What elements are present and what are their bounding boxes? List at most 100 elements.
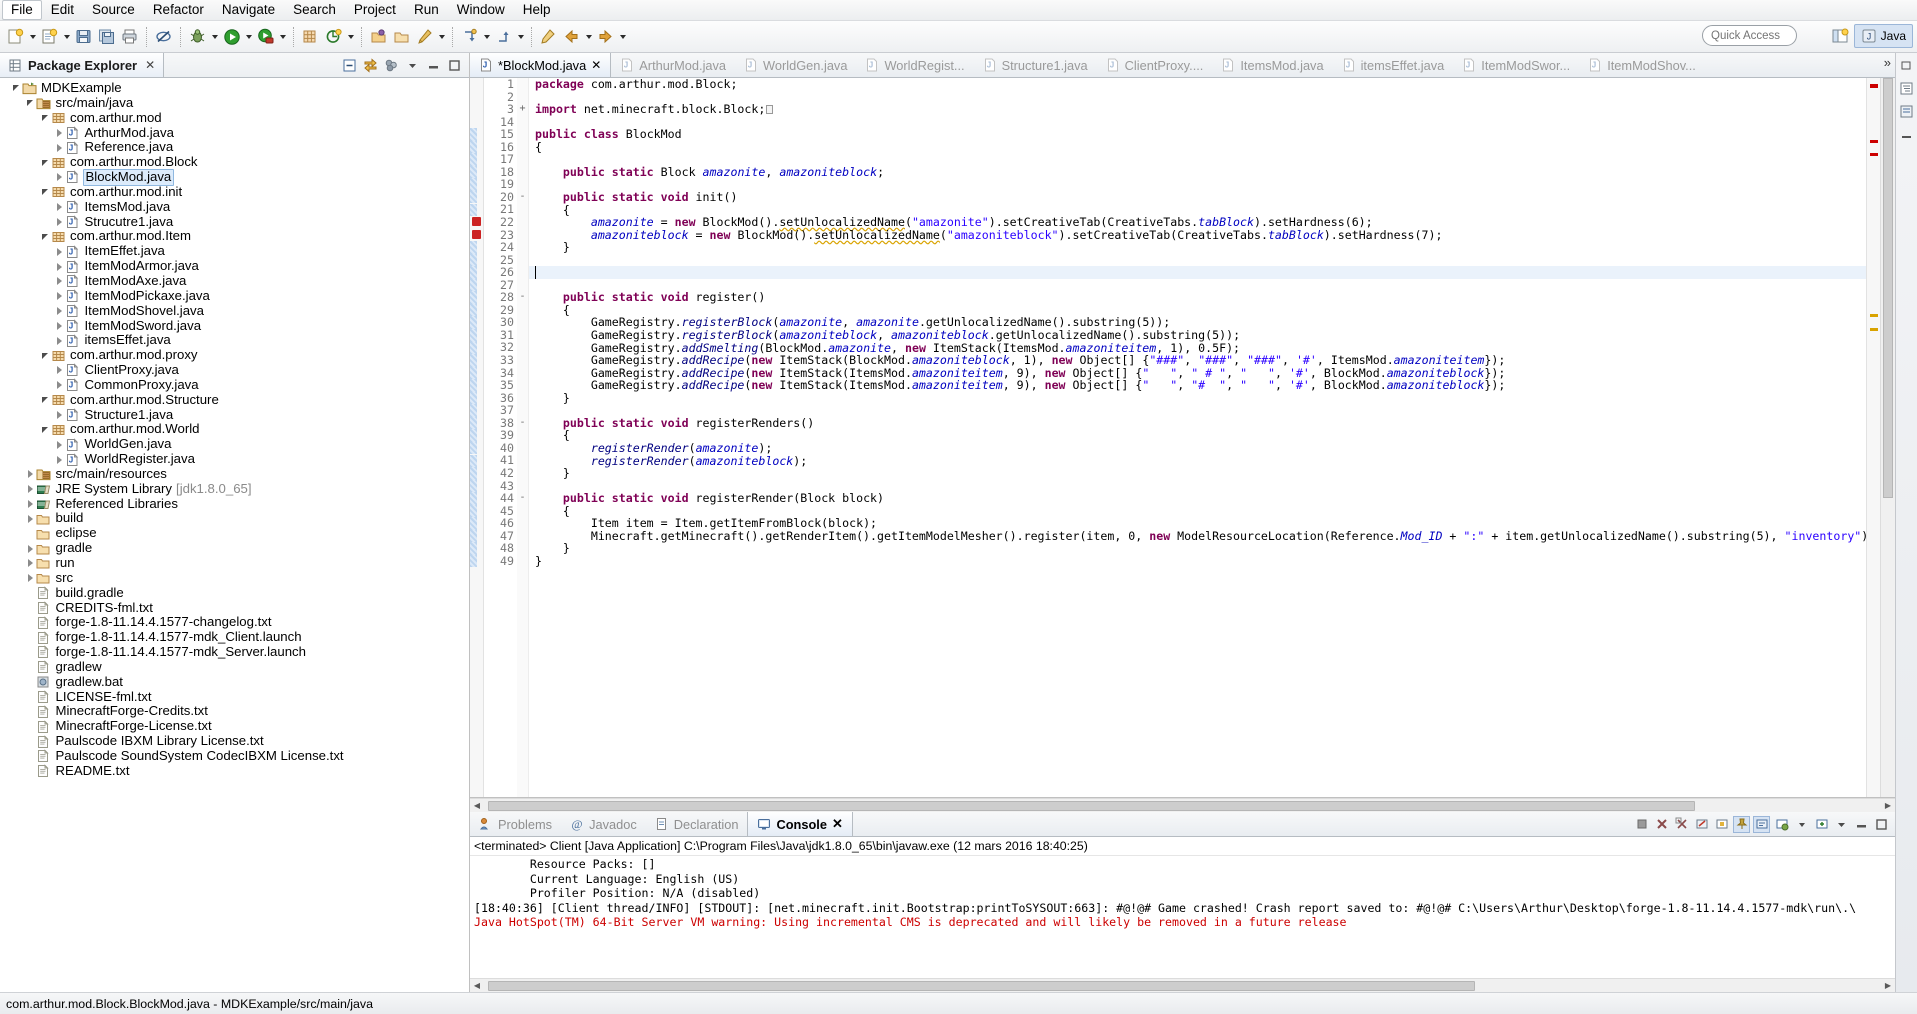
restore-icon[interactable] bbox=[1898, 57, 1915, 74]
error-marker-icon[interactable] bbox=[472, 217, 481, 227]
tree-item[interactable]: J BlockMod.java bbox=[0, 169, 469, 186]
open-type-icon[interactable] bbox=[322, 25, 345, 48]
fold-collapse-icon[interactable]: - bbox=[517, 492, 528, 505]
external-tools-icon[interactable] bbox=[413, 25, 436, 48]
tree-item[interactable]: JitemsEffet.java bbox=[0, 332, 469, 348]
collapse-arrow-icon[interactable] bbox=[25, 543, 36, 554]
run-coverage-icon[interactable] bbox=[254, 25, 277, 48]
tree-item[interactable]: forge-1.8-11.14.4.1577-mdk_Server.launch bbox=[0, 644, 469, 660]
forward-dropdown-icon[interactable] bbox=[617, 26, 628, 48]
toggle-markoccurrences-icon[interactable] bbox=[152, 25, 175, 48]
tree-item[interactable]: com.arthur.mod.proxy bbox=[0, 347, 469, 363]
fold-collapse-icon[interactable]: - bbox=[517, 191, 528, 204]
console-output[interactable]: <terminated> Client [Java Application] C… bbox=[470, 837, 1895, 992]
console-scroll-right-icon[interactable]: ▶ bbox=[1881, 979, 1895, 992]
menu-source[interactable]: Source bbox=[83, 0, 144, 20]
clear-console-icon[interactable] bbox=[1693, 816, 1710, 833]
debug-dropdown-icon[interactable] bbox=[209, 26, 220, 48]
save-icon[interactable] bbox=[72, 25, 95, 48]
tree-item[interactable]: J CommonProxy.java bbox=[0, 377, 469, 393]
editor-tab[interactable]: J ItemModSwor... bbox=[1453, 53, 1579, 77]
new-java-package-icon[interactable] bbox=[299, 25, 322, 48]
tree-item[interactable]: com.arthur.mod.init bbox=[0, 184, 469, 200]
open-type-dropdown-icon[interactable] bbox=[345, 26, 356, 48]
overview-ruler[interactable] bbox=[1866, 78, 1880, 797]
console-text[interactable]: Resource Packs: [] Current Language: Eng… bbox=[470, 856, 1895, 978]
tree-item[interactable]: com.arthur.mod.World bbox=[0, 422, 469, 437]
tree-item[interactable]: J ItemModShovel.java bbox=[0, 303, 469, 319]
console-maximize-icon[interactable] bbox=[1873, 816, 1890, 833]
forward-icon[interactable] bbox=[594, 25, 617, 48]
tree-item[interactable]: eclipse bbox=[0, 525, 469, 541]
tree-item[interactable]: J ItemModAxe.java bbox=[0, 273, 469, 289]
pin-console-icon[interactable] bbox=[1733, 815, 1750, 833]
link-with-editor-icon[interactable] bbox=[362, 57, 379, 74]
run-coverage-dropdown-icon[interactable] bbox=[277, 26, 288, 48]
expand-arrow-icon[interactable] bbox=[39, 350, 50, 361]
tree-item[interactable]: CREDITS-fml.txt bbox=[0, 600, 469, 616]
tree-item[interactable]: J ClientProxy.java bbox=[0, 362, 469, 378]
close-icon[interactable]: ✕ bbox=[591, 58, 601, 72]
new-java-project-dropdown-icon[interactable] bbox=[61, 26, 72, 48]
console-scroll-left-icon[interactable]: ◀ bbox=[470, 979, 484, 992]
editor-tab[interactable]: J Structure1.java bbox=[974, 53, 1097, 77]
external-tools-dropdown-icon[interactable] bbox=[436, 26, 447, 48]
tree-item[interactable]: gradlew bbox=[0, 659, 469, 675]
expand-arrow-icon[interactable] bbox=[39, 187, 50, 198]
run-dropdown-icon[interactable] bbox=[243, 26, 254, 48]
tab-package-explorer[interactable]: Package Explorer ✕ bbox=[0, 53, 165, 77]
editor-tab[interactable]: J *BlockMod.java ✕ bbox=[470, 53, 612, 77]
tree-item[interactable]: LICENSE-fml.txt bbox=[0, 689, 469, 705]
tree-item[interactable]: J Reference.java bbox=[0, 140, 469, 155]
collapse-arrow-icon[interactable] bbox=[54, 202, 65, 213]
collapse-arrow-icon[interactable] bbox=[54, 291, 65, 302]
minimize-icon[interactable] bbox=[425, 57, 442, 74]
editor-tab[interactable]: J WorldGen.java bbox=[735, 53, 856, 77]
terminate-icon[interactable] bbox=[1633, 816, 1650, 833]
menu-navigate[interactable]: Navigate bbox=[213, 0, 284, 20]
tree-item[interactable]: J WorldGen.java bbox=[0, 436, 469, 452]
collapse-arrow-icon[interactable] bbox=[54, 217, 65, 228]
editor-vertical-scrollbar[interactable] bbox=[1880, 78, 1895, 797]
back-dropdown-icon[interactable] bbox=[583, 26, 594, 48]
java-editor[interactable]: 1 2 3 14 15 16 17 18 19 20 21 22 23 24 25 26 27 28 29 30 31 3… bbox=[470, 78, 1895, 798]
open-console-icon[interactable] bbox=[1773, 816, 1790, 833]
last-edit-location-icon[interactable] bbox=[537, 25, 560, 48]
tree-item[interactable]: J ItemModArmor.java bbox=[0, 258, 469, 274]
expand-arrow-icon[interactable] bbox=[39, 157, 50, 168]
collapse-arrow-icon[interactable] bbox=[54, 276, 65, 287]
tree-item[interactable]: gradlew.bat bbox=[0, 674, 469, 690]
editor-tab[interactable]: J WorldRegist... bbox=[856, 53, 973, 77]
open-resource-icon[interactable] bbox=[390, 25, 413, 48]
scroll-left-icon[interactable]: ◀ bbox=[470, 799, 484, 812]
outline-view-icon[interactable] bbox=[1898, 80, 1915, 97]
tree-item[interactable]: src/main/resources bbox=[0, 466, 469, 482]
tree-item[interactable]: com.arthur.mod bbox=[0, 110, 469, 126]
console-view-menu-icon[interactable] bbox=[1833, 816, 1850, 833]
collapse-arrow-icon[interactable] bbox=[54, 246, 65, 257]
tree-item[interactable]: src bbox=[0, 570, 469, 586]
chevron-down-icon[interactable] bbox=[404, 57, 421, 74]
menu-window[interactable]: Window bbox=[448, 0, 514, 20]
perspective-java-button[interactable]: J Java bbox=[1853, 24, 1913, 48]
save-all-icon[interactable] bbox=[95, 25, 118, 48]
code-text-area[interactable]: package com.arthur.mod.Block; import net… bbox=[529, 78, 1866, 797]
quick-access-input[interactable] bbox=[1702, 25, 1797, 46]
close-icon[interactable]: ✕ bbox=[145, 58, 155, 72]
editor-tab[interactable]: J ArthurMod.java bbox=[611, 53, 735, 77]
menu-file[interactable]: File bbox=[2, 0, 42, 20]
expand-arrow-icon[interactable] bbox=[39, 231, 50, 242]
debug-icon[interactable] bbox=[186, 25, 209, 48]
collapse-arrow-icon[interactable] bbox=[25, 558, 36, 569]
expand-arrow-icon[interactable] bbox=[10, 83, 21, 94]
collapse-arrow-icon[interactable] bbox=[54, 454, 65, 465]
tree-item[interactable]: src/main/java bbox=[0, 95, 469, 111]
editor-tab[interactable]: J ItemModShov... bbox=[1579, 53, 1705, 77]
remove-launch-icon[interactable] bbox=[1653, 816, 1670, 833]
collapse-arrow-icon[interactable] bbox=[54, 261, 65, 272]
collapse-arrow-icon[interactable] bbox=[25, 484, 36, 495]
console-minimize-icon[interactable] bbox=[1853, 816, 1870, 833]
tree-item[interactable]: com.arthur.mod.Block bbox=[0, 154, 469, 170]
console-tab-declaration[interactable]: Declaration bbox=[646, 812, 748, 836]
console-dropdown-icon[interactable] bbox=[1793, 816, 1810, 833]
